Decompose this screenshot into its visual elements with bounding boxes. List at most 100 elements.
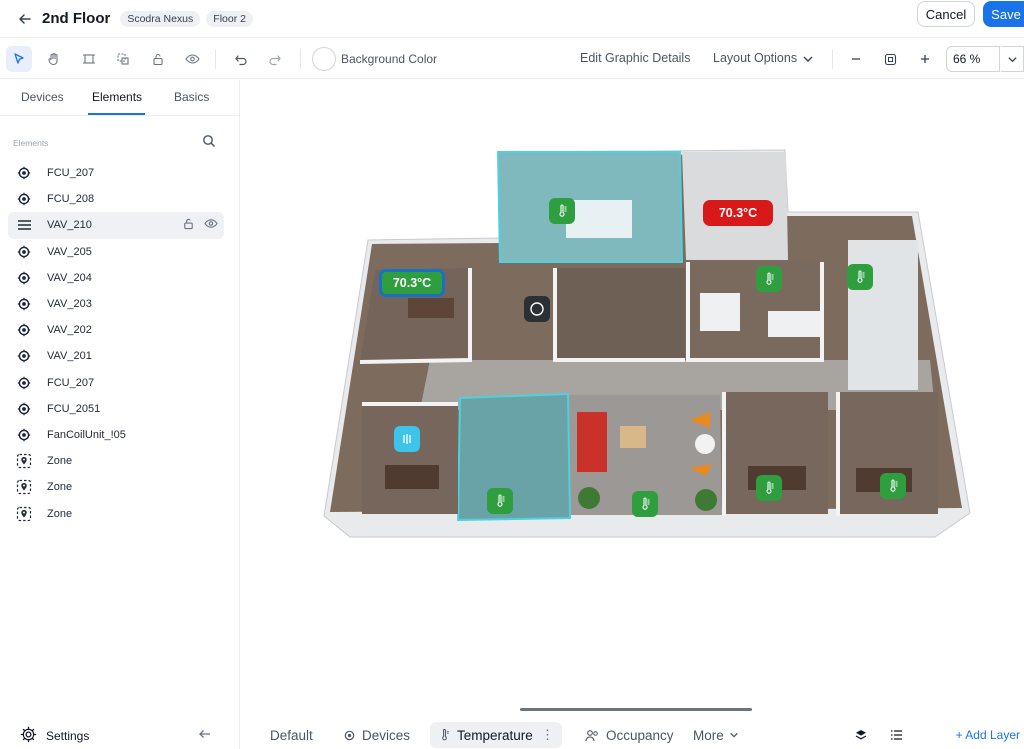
background-color-picker[interactable]: Background Color — [312, 46, 437, 72]
more-vertical-icon[interactable]: ⋮ — [541, 727, 555, 743]
list-item-label: FCU_207 — [47, 376, 95, 389]
unlock-icon[interactable] — [182, 217, 195, 233]
fan-coil-sensor-icon[interactable] — [394, 426, 420, 452]
edit-graphic-details-button[interactable]: Edit Graphic Details — [580, 51, 690, 65]
tab-devices[interactable]: Devices — [21, 90, 64, 104]
device-chip-icon — [16, 348, 32, 364]
zoom-out-icon[interactable] — [843, 46, 869, 72]
list-item-label: FCU_208 — [47, 193, 95, 206]
visibility-eye-icon[interactable] — [204, 217, 218, 233]
horizontal-scrollbar[interactable] — [520, 708, 752, 711]
more-tabs-dropdown[interactable]: More — [693, 722, 739, 748]
list-item-label: Zone — [47, 455, 73, 468]
chevron-down-icon[interactable] — [795, 46, 821, 72]
device-chip-icon — [16, 165, 32, 181]
pan-hand-icon[interactable] — [41, 46, 67, 72]
add-layer-button[interactable]: + Add Layer — [956, 728, 1020, 742]
header-bar: 2nd Floor Scodra Nexus Floor 2 Cancel Sa… — [0, 0, 1024, 38]
tab-occupancy-label: Occupancy — [606, 727, 674, 743]
thermometer-sensor-icon[interactable] — [880, 473, 906, 499]
floor-chip: Floor 2 — [206, 10, 253, 27]
select-pointer-icon[interactable] — [6, 46, 32, 72]
device-chip-icon — [16, 191, 32, 207]
device-chip-icon — [16, 401, 32, 417]
temperature-alert-badge[interactable]: 70.3°C — [703, 200, 773, 226]
frame-icon[interactable] — [76, 46, 102, 72]
list-item[interactable]: Zone — [8, 500, 224, 526]
layout-options-dropdown[interactable]: Layout Options — [713, 51, 797, 65]
background-color-label: Background Color — [341, 52, 438, 66]
tab-default[interactable]: Default — [270, 722, 313, 748]
device-chip-icon — [16, 244, 32, 260]
tab-devices-label: Devices — [362, 727, 411, 743]
page-title: 2nd Floor — [42, 10, 111, 27]
row-tools — [182, 217, 218, 233]
list-item[interactable]: FCU_207 — [8, 370, 224, 396]
redo-icon[interactable] — [262, 46, 288, 72]
list-item-label: VAV_205 — [47, 245, 92, 258]
temperature-ok-badge[interactable]: 70.3°C — [379, 269, 445, 297]
thermometer-sensor-icon[interactable] — [549, 198, 575, 224]
list-item[interactable]: VAV_201 — [8, 343, 224, 369]
list-item[interactable]: FanCoilUnit_!05 — [8, 422, 224, 448]
list-item[interactable]: VAV_210 — [8, 212, 224, 239]
thermometer-sensor-icon[interactable] — [487, 488, 513, 514]
device-chip-icon — [16, 270, 32, 286]
visibility-eye-icon[interactable] — [179, 46, 205, 72]
list-item[interactable]: VAV_205 — [8, 239, 224, 265]
tab-basics[interactable]: Basics — [174, 90, 209, 104]
thermometer-icon — [438, 728, 451, 742]
collapse-sidebar-icon[interactable] — [199, 728, 211, 743]
color-swatch — [312, 47, 336, 71]
settings-button[interactable]: Settings — [20, 726, 89, 746]
thermometer-sensor-icon[interactable] — [756, 266, 782, 292]
lock-icon[interactable] — [145, 46, 171, 72]
list-item[interactable]: Zone — [8, 448, 224, 474]
active-tab-indicator — [88, 113, 145, 115]
floor-plan-canvas[interactable]: 70.3°C 70.3°C — [241, 80, 1024, 704]
list-item[interactable]: Zone — [8, 474, 224, 500]
list-item[interactable]: FCU_208 — [8, 186, 224, 212]
tab-occupancy[interactable]: Occupancy — [585, 722, 674, 748]
tab-elements[interactable]: Elements — [92, 90, 142, 104]
list-item[interactable]: FCU_207 — [8, 160, 224, 186]
toolbar: Background Color Edit Graphic Details La… — [0, 39, 1024, 79]
save-button[interactable]: Save — [983, 1, 1024, 27]
group-select-icon[interactable] — [110, 46, 136, 72]
list-item[interactable]: VAV_203 — [8, 291, 224, 317]
zoom-level-input[interactable]: 66 % — [946, 46, 1000, 72]
thermometer-sensor-icon[interactable] — [756, 475, 782, 501]
tab-temperature[interactable]: Temperature ⋮ — [430, 722, 563, 748]
fit-screen-icon[interactable] — [877, 46, 903, 72]
layer-tabs-bar: Default Devices Temperature ⋮ Occupancy … — [241, 720, 1024, 749]
list-item-label: VAV_203 — [47, 298, 92, 311]
list-item-label: VAV_210 — [47, 219, 92, 232]
list-item-label: Zone — [47, 481, 73, 494]
floor-plan-illustration — [323, 149, 971, 538]
list-item-label: VAV_202 — [47, 324, 92, 337]
list-item-label: FanCoilUnit_!05 — [47, 428, 126, 441]
gear-icon — [20, 726, 37, 746]
thermometer-sensor-icon[interactable] — [632, 491, 658, 517]
zoom-in-icon[interactable] — [912, 46, 938, 72]
search-icon[interactable] — [202, 134, 217, 149]
undo-icon[interactable] — [228, 46, 254, 72]
layers-icon[interactable] — [854, 722, 868, 748]
list-item[interactable]: VAV_202 — [8, 317, 224, 343]
site-chip: Scodra Nexus — [120, 10, 201, 27]
list-item[interactable]: VAV_204 — [8, 265, 224, 291]
cancel-button[interactable]: Cancel — [917, 1, 975, 27]
thermometer-sensor-icon[interactable] — [847, 264, 873, 290]
zoom-dropdown-chevron-icon[interactable] — [1001, 46, 1024, 72]
elements-sidebar: Devices Elements Basics Elements FCU_207… — [0, 80, 240, 749]
list-view-icon[interactable] — [890, 722, 903, 748]
back-arrow-icon[interactable] — [14, 8, 36, 30]
toolbar-divider — [215, 49, 216, 69]
device-chip-icon — [343, 729, 356, 742]
list-item-label: VAV_204 — [47, 271, 92, 284]
device-chip-icon — [16, 296, 32, 312]
device-chip-icon — [16, 375, 32, 391]
list-item[interactable]: FCU_2051 — [8, 396, 224, 422]
tab-devices-layer[interactable]: Devices — [343, 722, 410, 748]
settings-label: Settings — [46, 729, 90, 743]
